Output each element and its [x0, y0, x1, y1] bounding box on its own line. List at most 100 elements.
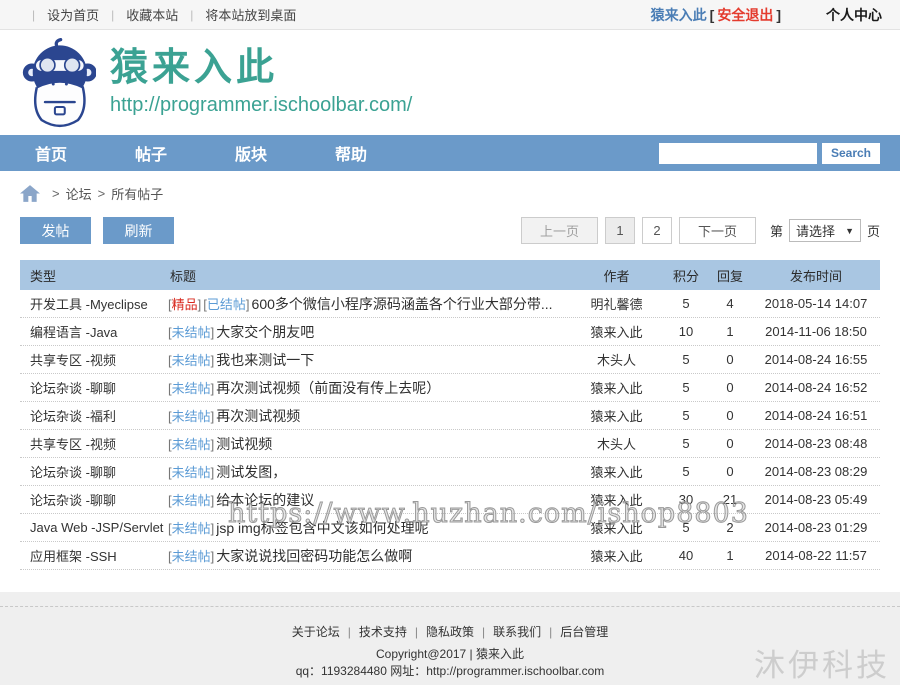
footer-separator: | [482, 624, 486, 639]
topbar-link[interactable]: 将本站放到桌面 [205, 5, 296, 24]
tag-text: 未结帖 [171, 437, 211, 452]
topbar-quick-links: | 设为首页 | 收藏本站 | 将本站放到桌面 [20, 5, 296, 24]
tag-bracket: ] [210, 437, 215, 452]
post-title-link[interactable]: 600多个微信小程序源码涵盖各个行业大部分带... [252, 294, 553, 314]
nav-item-帖子[interactable]: 帖子 [120, 141, 220, 165]
post-author: 猿来入此 [590, 409, 643, 424]
post-title-cell: [未结帖] jsp img标签包含中文该如何处理呢 [168, 518, 569, 538]
footer-gap [0, 592, 900, 606]
post-replies: 21 [722, 492, 738, 507]
nav-item-版块[interactable]: 版块 [220, 141, 320, 165]
nav-items: 首页 帖子 版块 帮助 [20, 141, 420, 165]
post-date: 2014-08-23 05:49 [764, 492, 868, 507]
tag-text: 未结帖 [171, 325, 211, 340]
col-header-type: 类型 [30, 268, 57, 284]
search-input[interactable] [658, 142, 817, 164]
breadcrumb-all-posts-link[interactable]: 所有帖子 [111, 184, 163, 203]
post-title-link[interactable]: 测试视频 [216, 434, 272, 454]
post-replies: 0 [726, 380, 734, 395]
footer-separator: | [549, 624, 553, 639]
post-table: 类型 标题 作者 积分 回复 发布时间 开发工具 -Myeclipse [精品][… [20, 260, 880, 570]
username-link[interactable]: 猿来入此 [651, 5, 707, 25]
post-type: 编程语言 -Java [30, 325, 118, 340]
nav-search-area: Search [658, 142, 880, 164]
post-author: 明礼馨德 [590, 297, 643, 312]
topbar-separator: | [190, 7, 194, 22]
footer-link[interactable]: 联系我们 [493, 623, 541, 640]
page-select-dropdown[interactable]: 请选择 ▼ [789, 219, 861, 242]
post-title-link[interactable]: 测试发图， [216, 462, 286, 482]
post-score: 5 [682, 380, 690, 395]
post-date: 2018-05-14 14:07 [764, 296, 868, 311]
post-title-link[interactable]: 给本论坛的建议 [216, 490, 314, 510]
post-replies: 1 [726, 548, 734, 563]
footer-separator: | [347, 624, 351, 639]
monkey-logo-icon[interactable] [22, 37, 96, 130]
chevron-down-icon: ▼ [845, 225, 854, 236]
post-title-link[interactable]: 我也来测试一下 [216, 350, 314, 370]
table-body: 开发工具 -Myeclipse [精品] [已结帖] 600多个微信小程序源码涵盖各个… [20, 290, 880, 570]
post-date: 2014-08-24 16:51 [764, 408, 868, 423]
page-button-1[interactable]: 1 [605, 217, 636, 244]
footer-link[interactable]: 关于论坛 [292, 623, 340, 640]
tag-text: 未结帖 [171, 549, 211, 564]
search-button[interactable]: Search [821, 142, 880, 164]
footer-link[interactable]: 隐私政策 [426, 623, 474, 640]
post-score: 10 [678, 324, 694, 339]
site-header: 猿来入此 http://programmer.ischoolbar.com/ [0, 30, 900, 135]
topbar-separator: | [32, 7, 36, 22]
post-type: 论坛杂谈 -聊聊 [30, 493, 116, 508]
post-tag: [未结帖] [168, 518, 214, 537]
refresh-button[interactable]: 刷新 [103, 217, 174, 244]
post-title-link[interactable]: 大家交个朋友吧 [216, 322, 314, 342]
post-replies: 1 [726, 324, 734, 339]
topbar-link[interactable]: 收藏本站 [126, 5, 178, 24]
post-date: 2014-08-24 16:55 [764, 352, 868, 367]
main-nav: 首页 帖子 版块 帮助 Search [0, 135, 900, 171]
post-title-link[interactable]: 大家说说找回密码功能怎么做啊 [216, 546, 412, 566]
post-title-cell: [未结帖] 大家说说找回密码功能怎么做啊 [168, 546, 569, 566]
table-row: 应用框架 -SSH [未结帖] 大家说说找回密码功能怎么做啊 猿来入此 40 1 2014-… [20, 542, 880, 570]
tag-text: 未结帖 [171, 409, 211, 424]
post-title-link[interactable]: jsp img标签包含中文该如何处理呢 [216, 518, 428, 538]
post-tag: [未结帖] [168, 378, 214, 397]
content-area: > 论坛 > 所有帖子 发帖 刷新 上一页 12 下一页 第 请选择 ▼ 页 类… [0, 171, 900, 592]
breadcrumb-sep: > [97, 186, 106, 201]
next-page-button[interactable]: 下一页 [679, 217, 757, 244]
footer: 关于论坛 | 技术支持 | 隐私政策 | 联系我们 | 后台管理 Copyright@2017 … [0, 606, 900, 685]
post-tag: [未结帖] [168, 350, 214, 369]
tag-bracket: ] [210, 381, 215, 396]
table-row: 论坛杂谈 -聊聊 [未结帖] 再次测试视频（前面没有传上去呢） 猿来入此 5 0 2014-… [20, 374, 880, 402]
bracket-open: [ [709, 6, 715, 23]
nav-item-帮助[interactable]: 帮助 [320, 141, 420, 165]
logout-link[interactable]: 安全退出 [717, 5, 773, 25]
jump-prefix-label: 第 [770, 224, 784, 239]
tag-bracket: ] [210, 325, 215, 340]
topbar-account: 猿来入此 [ 安全退出 ] 个人中心 [651, 5, 882, 25]
nav-item-首页[interactable]: 首页 [20, 141, 120, 165]
footer-link[interactable]: 后台管理 [560, 623, 608, 640]
topbar-link[interactable]: 设为首页 [47, 5, 99, 24]
post-score: 30 [678, 492, 694, 507]
post-type: 开发工具 -Myeclipse [30, 297, 148, 312]
table-row: 共享专区 -视频 [未结帖] 测试视频 木头人 5 0 2014-08-23 08:48 [20, 430, 880, 458]
post-score: 5 [682, 520, 690, 535]
prev-page-button[interactable]: 上一页 [521, 217, 599, 244]
topbar-separator: | [111, 7, 115, 22]
new-post-button[interactable]: 发帖 [20, 217, 91, 244]
tag-bracket: ] [245, 297, 250, 312]
post-score: 40 [678, 548, 694, 563]
personal-center-link[interactable]: 个人中心 [826, 5, 882, 25]
home-icon[interactable] [20, 185, 40, 202]
post-title-cell: [精品] [已结帖] 600多个微信小程序源码涵盖各个行业大部分带... [168, 294, 569, 314]
table-row: 编程语言 -Java [未结帖] 大家交个朋友吧 猿来入此 10 1 2014-11-06 … [20, 318, 880, 346]
top-bar: | 设为首页 | 收藏本站 | 将本站放到桌面 猿来入此 [ 安全退出 ] 个人中心 [0, 0, 900, 30]
post-title-link[interactable]: 再次测试视频（前面没有传上去呢） [216, 378, 440, 398]
breadcrumb-forum-link[interactable]: 论坛 [66, 184, 92, 203]
footer-link[interactable]: 技术支持 [359, 623, 407, 640]
tag-text: 未结帖 [171, 493, 211, 508]
page-button-2[interactable]: 2 [642, 217, 673, 244]
post-tag: [未结帖] [168, 546, 214, 565]
post-tag: [精品] [168, 294, 201, 313]
post-title-link[interactable]: 再次测试视频 [216, 406, 300, 426]
